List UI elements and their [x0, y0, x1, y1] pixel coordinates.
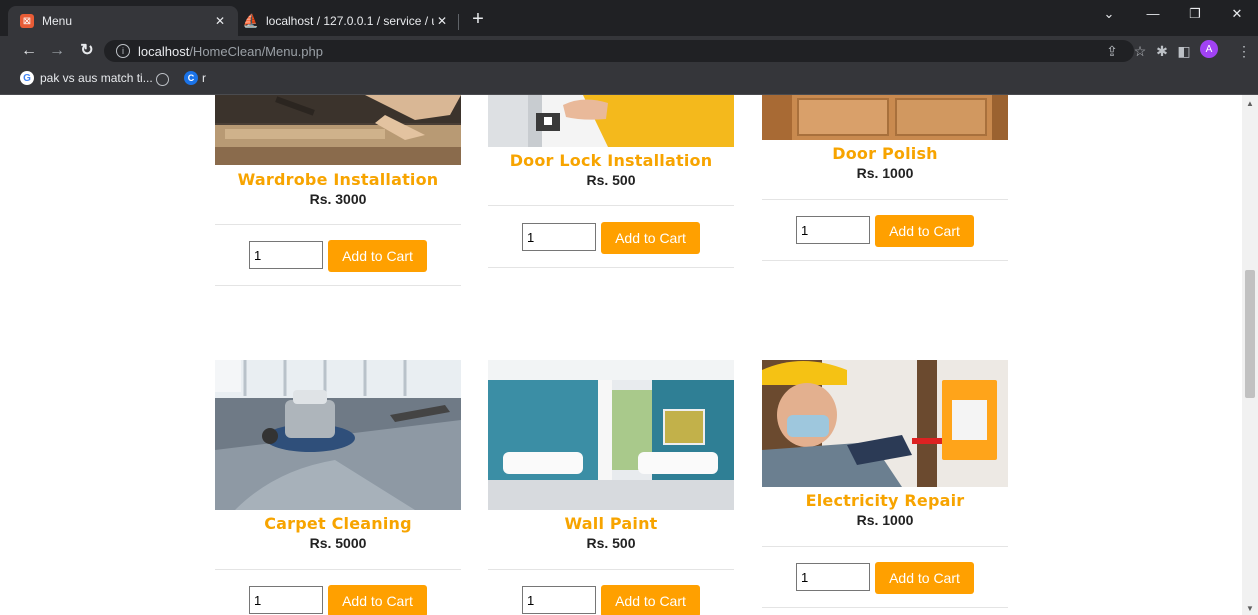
quantity-input[interactable]	[796, 563, 870, 591]
bookmark-label: pak vs aus match ti...	[40, 71, 153, 85]
page-viewport: Wardrobe Installation Rs. 3000 Add to Ca…	[0, 95, 1242, 615]
add-to-cart-button[interactable]: Add to Cart	[601, 222, 700, 254]
new-tab-icon[interactable]: +	[466, 8, 490, 31]
close-tab-icon[interactable]: ✕	[212, 14, 228, 28]
quantity-input[interactable]	[522, 223, 596, 251]
divider	[488, 569, 734, 570]
tab-bar: ⊠ Menu ✕ ⛵ localhost / 127.0.0.1 / servi…	[0, 0, 1258, 36]
product-price: Rs. 500	[586, 535, 636, 551]
profile-avatar[interactable]: A	[1200, 40, 1218, 58]
tab-separator	[458, 14, 459, 30]
tab-menu[interactable]: ⊠ Menu ✕	[8, 6, 238, 36]
google-icon: G	[20, 71, 34, 85]
divider	[762, 607, 1008, 608]
divider	[215, 569, 461, 570]
xampp-favicon-icon: ⊠	[20, 14, 34, 28]
tab-title: localhost / 127.0.0.1 / service / us	[266, 14, 434, 28]
wardrobe-image	[215, 95, 461, 165]
carpet-cleaning-image	[215, 360, 461, 510]
tab-phpmyadmin[interactable]: ⛵ localhost / 127.0.0.1 / service / us ✕	[240, 6, 460, 36]
bookmark-item[interactable]: C r	[184, 71, 206, 85]
product-title: Door Lock Installation	[509, 151, 713, 170]
quantity-input[interactable]	[249, 586, 323, 614]
browser-toolbar: ← → ↻ i localhost/HomeClean/Menu.php ⇪ ☆…	[0, 36, 1258, 66]
divider	[215, 224, 461, 225]
product-title: Door Polish	[832, 144, 938, 163]
divider	[762, 199, 1008, 200]
scrollbar-thumb[interactable]	[1245, 270, 1255, 398]
share-icon[interactable]: ⇪	[1102, 41, 1122, 61]
bookmarks-bar: G pak vs aus match ti... C r	[0, 66, 1258, 95]
tab-search-chevron-icon[interactable]: ⌄	[1094, 6, 1124, 22]
close-tab-icon[interactable]: ✕	[434, 14, 450, 28]
address-bar[interactable]: i localhost/HomeClean/Menu.php	[104, 40, 1134, 62]
restore-icon[interactable]: ❐	[1180, 6, 1210, 22]
divider	[488, 205, 734, 206]
add-to-cart-button[interactable]: Add to Cart	[875, 215, 974, 247]
globe-icon	[156, 73, 169, 86]
product-title: Wall Paint	[564, 514, 658, 533]
url-host: localhost	[138, 43, 190, 59]
divider	[488, 267, 734, 268]
menu-kebab-icon[interactable]: ⋮	[1234, 41, 1254, 61]
minimize-icon[interactable]: —	[1138, 6, 1168, 21]
divider	[762, 546, 1008, 547]
close-window-icon[interactable]: ✕	[1222, 6, 1252, 22]
phpmyadmin-favicon-icon: ⛵	[242, 13, 260, 28]
vertical-scrollbar[interactable]: ▲ ▼	[1242, 95, 1258, 615]
door-polish-image	[762, 95, 1008, 140]
product-title: Wardrobe Installation	[237, 170, 439, 189]
product-price: Rs. 3000	[309, 191, 367, 207]
add-to-cart-button[interactable]: Add to Cart	[328, 585, 427, 615]
scroll-down-arrow-icon[interactable]: ▼	[1246, 604, 1254, 613]
bookmark-item[interactable]	[156, 73, 169, 86]
tab-title: Menu	[42, 14, 73, 28]
product-price: Rs. 500	[586, 172, 636, 188]
extensions-puzzle-icon[interactable]: ✱	[1152, 41, 1172, 61]
add-to-cart-button[interactable]: Add to Cart	[875, 562, 974, 594]
product-title: Carpet Cleaning	[264, 514, 412, 533]
divider	[762, 260, 1008, 261]
door-lock-image	[488, 95, 734, 147]
scroll-up-arrow-icon[interactable]: ▲	[1246, 99, 1254, 108]
quantity-input[interactable]	[522, 586, 596, 614]
divider	[215, 285, 461, 286]
forward-arrow-icon[interactable]: →	[46, 42, 68, 60]
quantity-input[interactable]	[249, 241, 323, 269]
product-price: Rs. 5000	[309, 535, 367, 551]
bookmark-star-icon[interactable]: ☆	[1130, 41, 1150, 61]
product-title: Electricity Repair	[805, 491, 965, 510]
quantity-input[interactable]	[796, 216, 870, 244]
bookmark-label: r	[202, 71, 206, 85]
product-price: Rs. 1000	[856, 512, 914, 528]
add-to-cart-button[interactable]: Add to Cart	[328, 240, 427, 272]
electricity-repair-image	[762, 360, 1008, 487]
reload-icon[interactable]: ↻	[76, 42, 98, 60]
side-panel-icon[interactable]: ◧	[1174, 41, 1194, 61]
product-price: Rs. 1000	[856, 165, 914, 181]
add-to-cart-button[interactable]: Add to Cart	[601, 585, 700, 615]
site-info-icon[interactable]: i	[116, 44, 130, 58]
back-arrow-icon[interactable]: ←	[18, 42, 40, 60]
bookmark-item[interactable]: G pak vs aus match ti...	[20, 71, 153, 85]
url-path: /HomeClean/Menu.php	[189, 43, 324, 59]
wall-paint-image	[488, 360, 734, 510]
c-icon: C	[184, 71, 198, 85]
